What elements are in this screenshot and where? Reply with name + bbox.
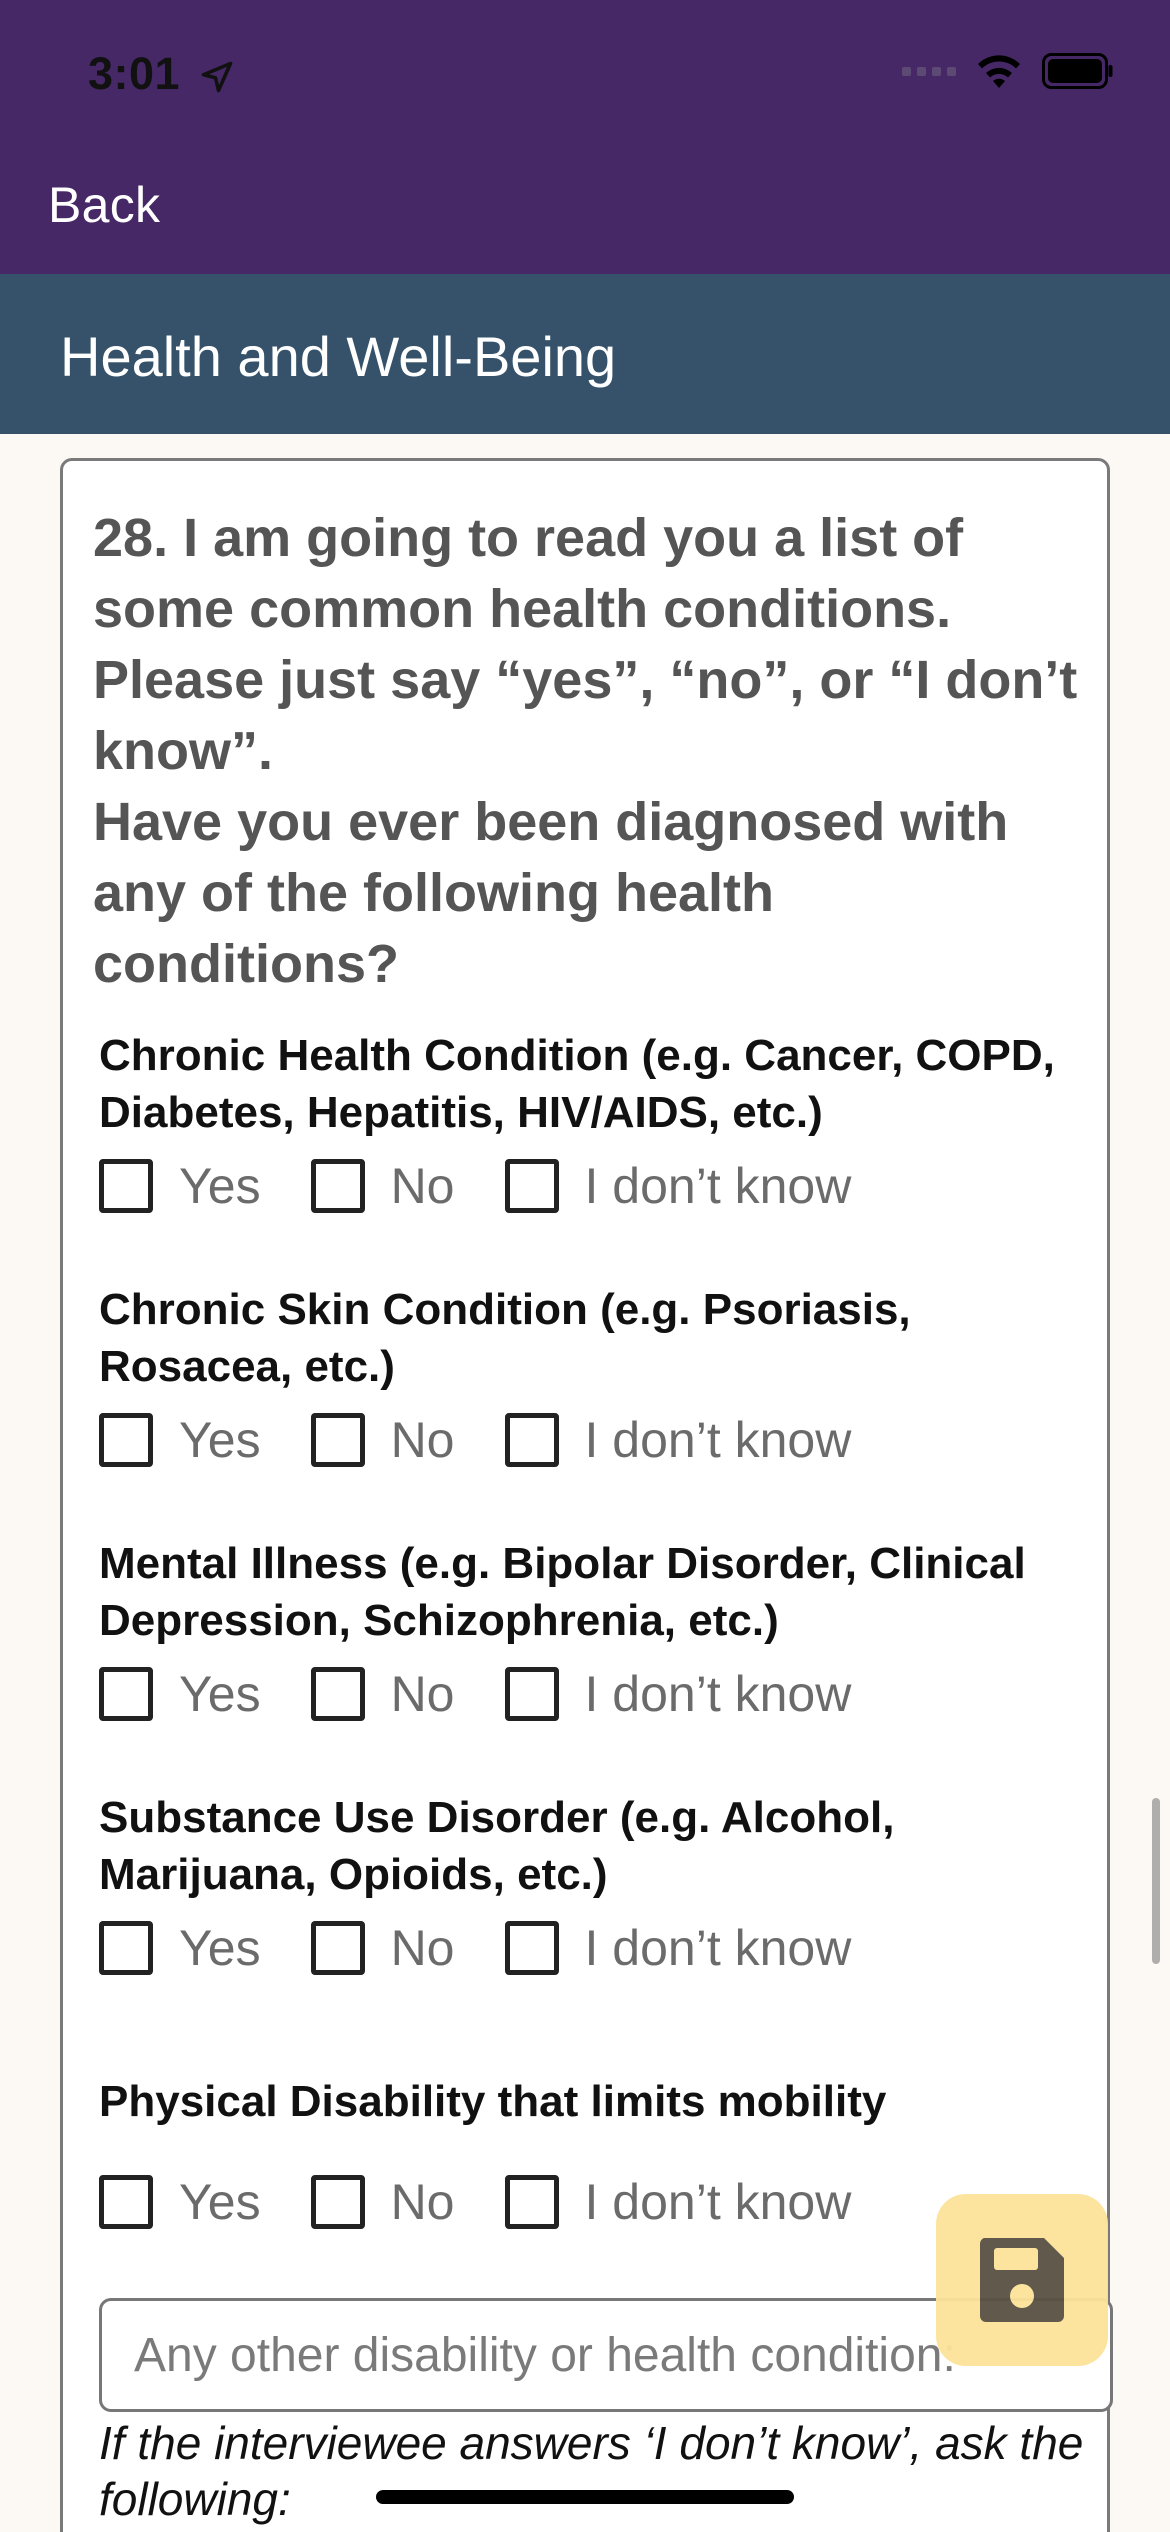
scrollbar[interactable] (1152, 1798, 1160, 1964)
option-no[interactable]: No (310, 1665, 455, 1723)
option-yes[interactable]: Yes (99, 1411, 261, 1469)
floppy-disk-icon (979, 2238, 1064, 2322)
yes-checkbox[interactable] (99, 1413, 153, 1467)
condition-mental-illness: Mental Illness (e.g. Bipolar Disorder, C… (99, 1535, 1109, 1722)
no-checkbox[interactable] (310, 1667, 365, 1721)
option-label: No (390, 1666, 455, 1722)
condition-substance-use: Substance Use Disorder (e.g. Alcohol, Ma… (99, 1789, 1109, 1976)
option-label: No (390, 1412, 455, 1468)
section-header: Health and Well-Being (0, 274, 1170, 434)
answer-options: Yes No I don’t know (99, 1665, 901, 1723)
interviewer-note: If the interviewee answers ‘I don’t know… (99, 2417, 1084, 2525)
dont-know-checkbox[interactable] (504, 1159, 559, 1213)
option-label: No (390, 1158, 455, 1214)
condition-label: Chronic Skin Condition (e.g. Psoriasis, … (99, 1285, 911, 1391)
no-checkbox[interactable] (310, 1921, 365, 1975)
question-text: 28. I am going to read you a list of som… (93, 503, 1093, 1000)
condition-label: Substance Use Disorder (e.g. Alcohol, Ma… (99, 1793, 895, 1899)
status-indicators (902, 52, 1114, 90)
option-no[interactable]: No (310, 2173, 455, 2231)
page-title: Health and Well-Being (60, 325, 617, 388)
answer-options: Yes No I don’t know (99, 2173, 901, 2231)
cellular-signal-icon (902, 66, 956, 76)
option-no[interactable]: No (310, 1919, 455, 1977)
yes-checkbox[interactable] (99, 1667, 153, 1721)
answer-options: Yes No I don’t know (99, 1411, 901, 1469)
condition-physical-disability: Physical Disability that limits mobility… (99, 2073, 1109, 2230)
wifi-icon (978, 55, 1020, 88)
option-dont-know[interactable]: I don’t know (504, 1411, 852, 1469)
option-label: I don’t know (584, 2174, 852, 2230)
dont-know-checkbox[interactable] (504, 1921, 559, 1975)
dont-know-checkbox[interactable] (504, 2175, 559, 2229)
option-yes[interactable]: Yes (99, 1919, 261, 1977)
status-time-text: 3:01 (88, 48, 181, 99)
no-checkbox[interactable] (310, 2175, 365, 2229)
condition-label: Mental Illness (e.g. Bipolar Disorder, C… (99, 1539, 1026, 1645)
option-dont-know[interactable]: I don’t know (504, 1665, 852, 1723)
home-indicator (376, 2490, 794, 2504)
yes-checkbox[interactable] (99, 1159, 153, 1213)
option-dont-know[interactable]: I don’t know (504, 1157, 852, 1215)
dont-know-checkbox[interactable] (504, 1667, 559, 1721)
option-label: I don’t know (584, 1666, 852, 1722)
status-time: 3:01 (88, 48, 235, 100)
option-dont-know[interactable]: I don’t know (504, 1919, 852, 1977)
option-no[interactable]: No (310, 1411, 455, 1469)
no-checkbox[interactable] (310, 1413, 365, 1467)
question-intro: 28. I am going to read you a list of som… (93, 508, 1078, 781)
option-label: Yes (179, 1920, 261, 1976)
no-checkbox[interactable] (310, 1159, 365, 1213)
back-button[interactable]: Back (48, 176, 160, 234)
condition-label: Chronic Health Condition (e.g. Cancer, C… (99, 1031, 1055, 1137)
condition-chronic-skin: Chronic Skin Condition (e.g. Psoriasis, … (99, 1281, 1109, 1468)
option-label: No (390, 2174, 455, 2230)
option-label: Yes (179, 1158, 261, 1214)
answer-options: Yes No I don’t know (99, 1919, 901, 1977)
option-yes[interactable]: Yes (99, 1157, 261, 1215)
option-label: I don’t know (584, 1920, 852, 1976)
option-yes[interactable]: Yes (99, 2173, 261, 2231)
option-no[interactable]: No (310, 1157, 455, 1215)
location-arrow-icon (201, 61, 233, 93)
top-bar: 3:01 Back (0, 0, 1170, 274)
option-label: I don’t know (584, 1412, 852, 1468)
option-label: I don’t know (584, 1158, 852, 1214)
question-prompt: Have you ever been diagnosed with any of… (93, 792, 1009, 994)
option-label: No (390, 1920, 455, 1976)
option-label: Yes (179, 1412, 261, 1468)
option-label: Yes (179, 1666, 261, 1722)
yes-checkbox[interactable] (99, 2175, 153, 2229)
save-button[interactable] (936, 2194, 1108, 2366)
option-yes[interactable]: Yes (99, 1665, 261, 1723)
dont-know-checkbox[interactable] (504, 1413, 559, 1467)
condition-chronic-health: Chronic Health Condition (e.g. Cancer, C… (99, 1027, 1109, 1214)
answer-options: Yes No I don’t know (99, 1157, 901, 1215)
battery-icon (1042, 53, 1113, 89)
option-label: Yes (179, 2174, 261, 2230)
option-dont-know[interactable]: I don’t know (504, 2173, 852, 2231)
condition-label: Physical Disability that limits mobility (99, 2077, 887, 2126)
yes-checkbox[interactable] (99, 1921, 153, 1975)
